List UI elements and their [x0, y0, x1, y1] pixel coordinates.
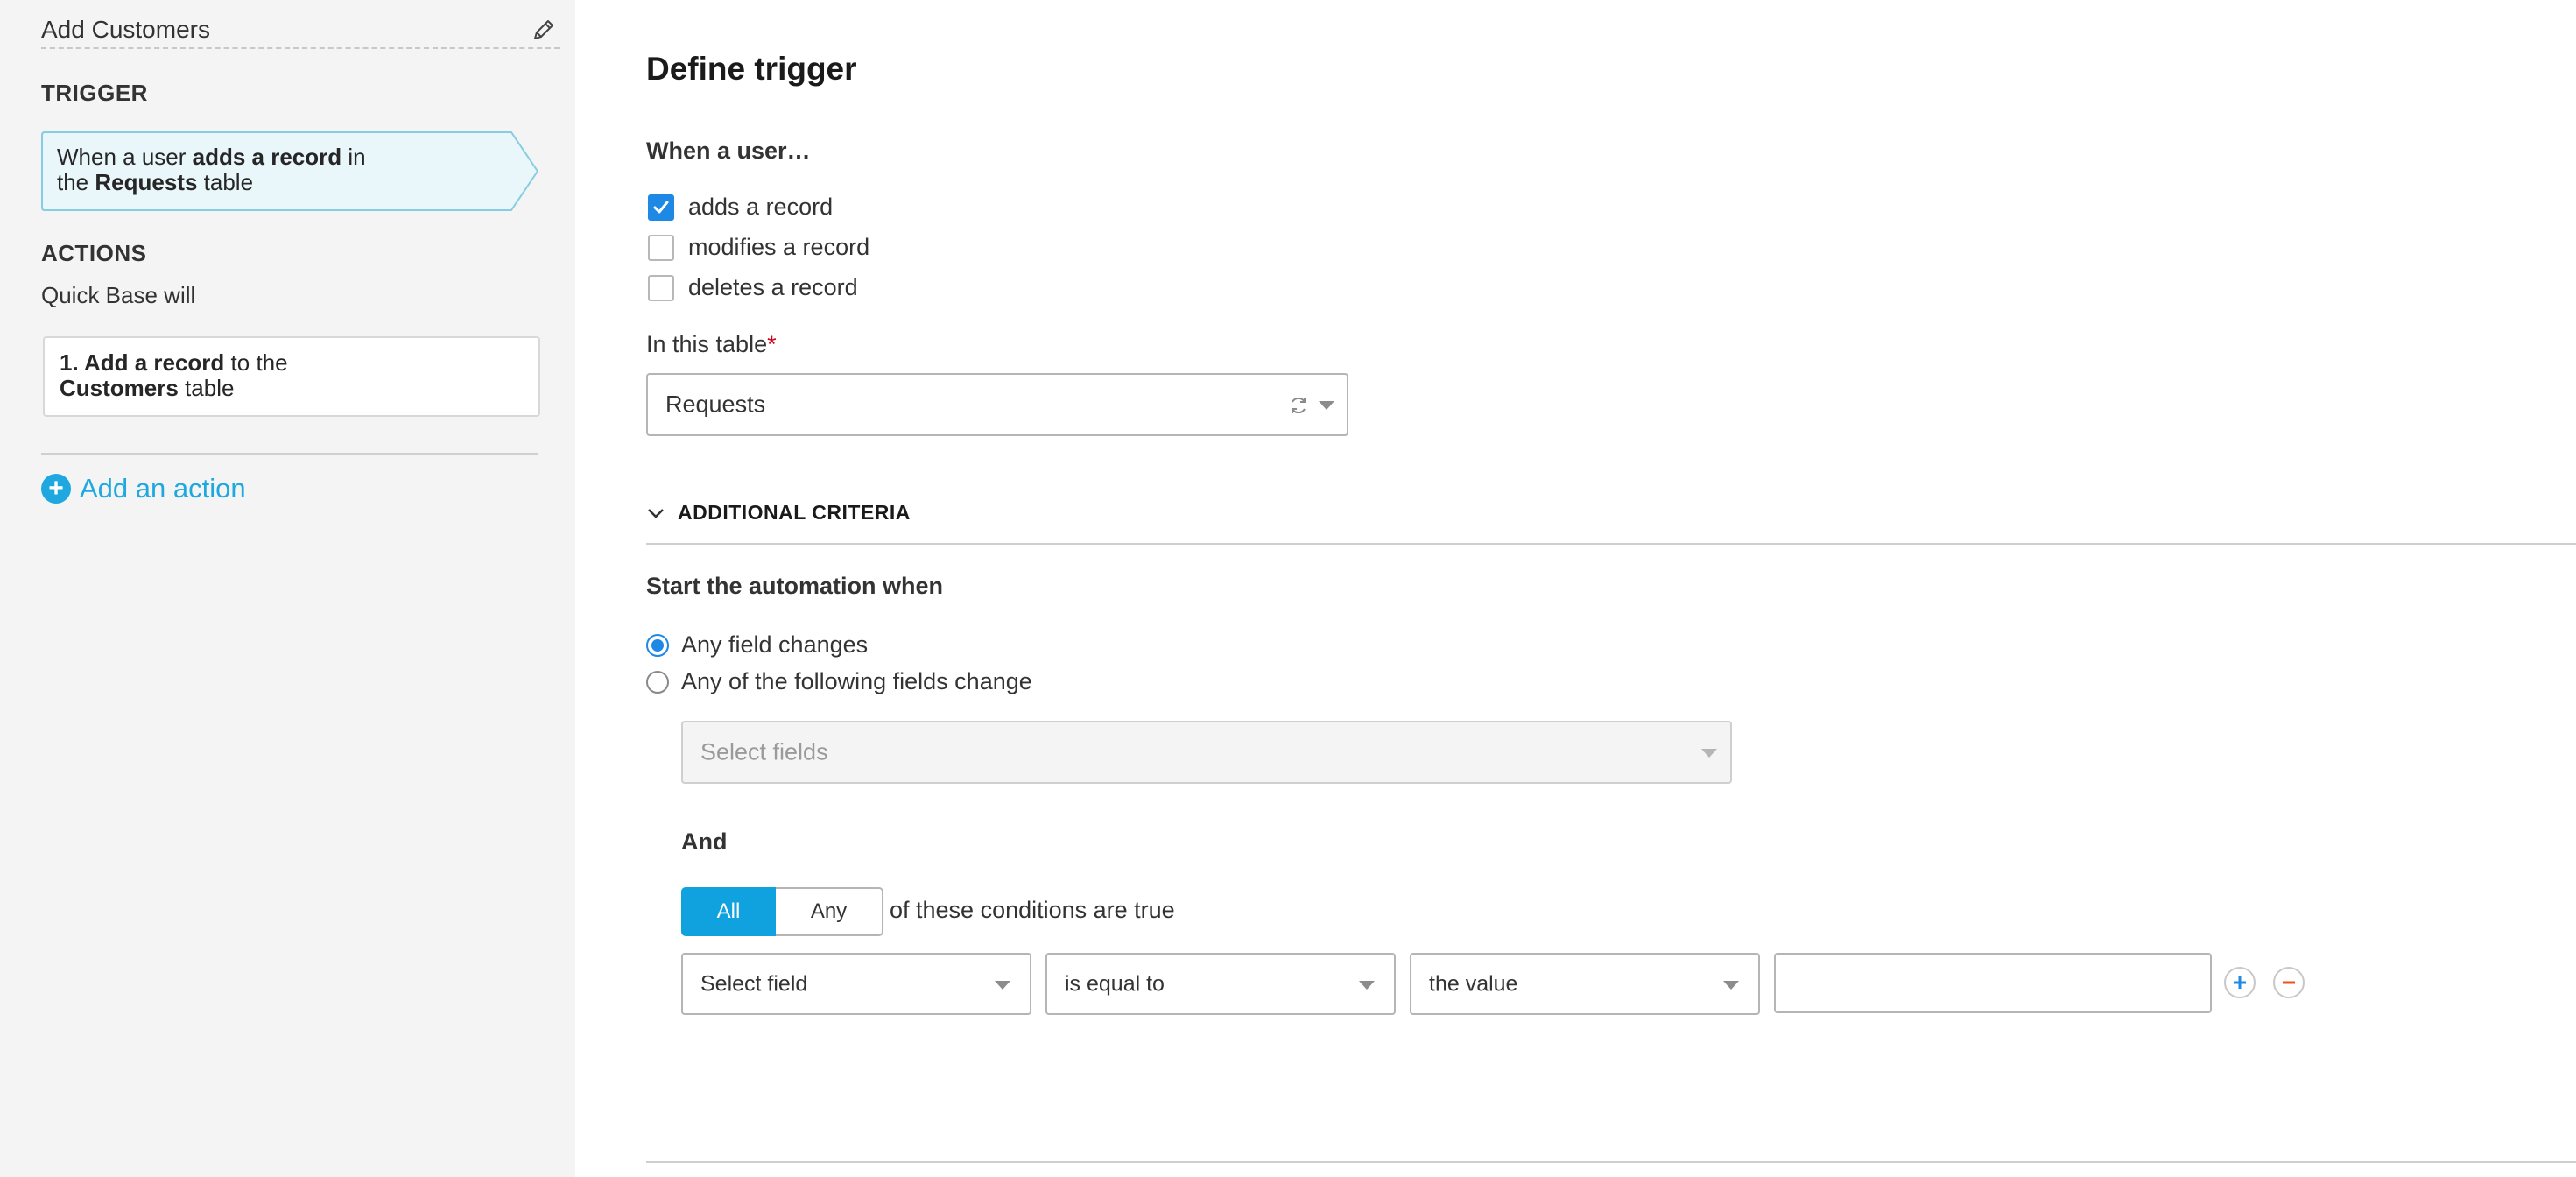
actions-heading: ACTIONS	[41, 240, 147, 266]
table-select-value: Requests	[665, 391, 766, 418]
checkbox-modifies-record[interactable]: modifies a record	[648, 234, 869, 261]
refresh-icon[interactable]	[1287, 394, 1310, 421]
condition-value-type-select[interactable]: the value	[1410, 953, 1760, 1015]
checkbox-label: deletes a record	[688, 274, 858, 300]
action-summary: 1. Add a record to the Customers table	[60, 349, 288, 401]
additional-criteria-label: ADDITIONAL CRITERIA	[678, 501, 911, 524]
divider	[646, 543, 2576, 545]
chevron-down-icon	[995, 980, 1010, 990]
remove-condition-button[interactable]	[2273, 967, 2305, 998]
condition-operator-select[interactable]: is equal to	[1045, 953, 1396, 1015]
checkbox-checked[interactable]	[648, 194, 674, 221]
chevron-down-icon	[648, 508, 664, 518]
checkbox-adds-record[interactable]: adds a record	[648, 194, 833, 221]
chevron-down-icon	[1701, 749, 1717, 758]
radio-following-fields[interactable]: Any of the following fields change	[646, 668, 1032, 695]
checkbox-label: modifies a record	[688, 234, 870, 260]
radio-label: Any of the following fields change	[681, 668, 1032, 694]
action-card[interactable]: 1. Add a record to the Customers table	[43, 336, 540, 417]
plus-circle-icon: +	[41, 474, 71, 504]
radio-unselected[interactable]	[646, 670, 669, 694]
all-button[interactable]: All	[681, 887, 776, 936]
start-automation-label: Start the automation when	[646, 573, 944, 599]
trigger-summary: When a user adds a record in the Request…	[57, 144, 366, 195]
main-panel: Define trigger When a user… adds a recor…	[575, 0, 2576, 1177]
table-label: In this table*	[646, 331, 777, 357]
trigger-card[interactable]: When a user adds a record in the Request…	[41, 131, 540, 211]
required-mark: *	[767, 331, 777, 357]
when-user-label: When a user…	[646, 137, 811, 164]
checkbox-deletes-record[interactable]: deletes a record	[648, 274, 858, 301]
checkbox-unchecked[interactable]	[648, 274, 674, 301]
checkbox-unchecked[interactable]	[648, 234, 674, 261]
checkbox-label: adds a record	[688, 194, 834, 220]
automation-name[interactable]: Add Customers	[41, 16, 210, 44]
radio-label: Any field changes	[681, 631, 869, 658]
radio-selected[interactable]	[646, 633, 669, 657]
chevron-down-icon	[1319, 401, 1334, 410]
add-action-label: Add an action	[80, 473, 246, 504]
select-fields-placeholder: Select fields	[700, 738, 828, 765]
actions-subtitle: Quick Base will	[41, 282, 196, 308]
pencil-icon[interactable]	[530, 16, 558, 44]
any-button[interactable]: Any	[776, 887, 883, 936]
automation-name-row[interactable]: Add Customers	[41, 0, 560, 49]
table-select[interactable]: Requests	[646, 373, 1348, 436]
conditions-suffix: of these conditions are true	[890, 897, 1175, 923]
all-any-toggle: All Any	[681, 887, 883, 936]
condition-field-value: Select field	[700, 971, 808, 996]
add-condition-button[interactable]	[2224, 967, 2256, 998]
and-label: And	[681, 828, 728, 855]
page-title: Define trigger	[646, 51, 857, 87]
bottom-divider	[646, 1161, 2576, 1163]
plus-icon	[2234, 976, 2246, 989]
add-action-button[interactable]: + Add an action	[41, 471, 246, 506]
radio-any-field[interactable]: Any field changes	[646, 631, 868, 659]
select-fields-dropdown[interactable]: Select fields	[681, 721, 1732, 784]
trigger-heading: TRIGGER	[41, 80, 148, 106]
sidebar: Add Customers TRIGGER When a user adds a…	[0, 0, 575, 1177]
minus-icon	[2283, 981, 2295, 984]
condition-value-input[interactable]	[1774, 953, 2212, 1013]
additional-criteria-toggle[interactable]: ADDITIONAL CRITERIA	[646, 501, 911, 525]
chevron-down-icon	[1359, 980, 1375, 990]
condition-operator-value: is equal to	[1065, 971, 1165, 996]
condition-value-type: the value	[1429, 971, 1518, 996]
condition-field-select[interactable]: Select field	[681, 953, 1031, 1015]
sidebar-divider	[41, 453, 538, 455]
chevron-down-icon	[1723, 980, 1739, 990]
